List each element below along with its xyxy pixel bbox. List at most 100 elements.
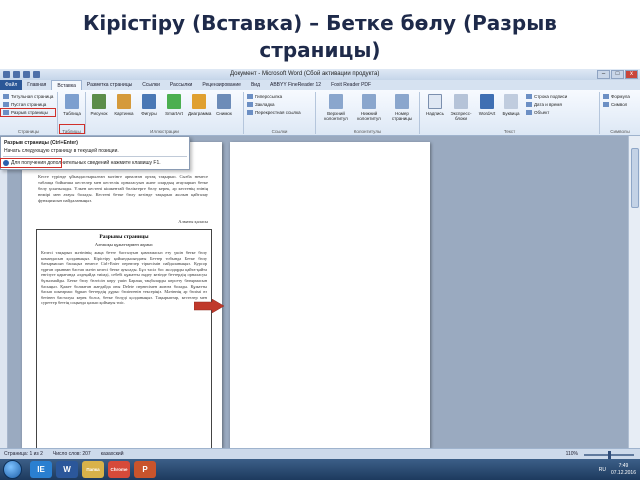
document-page-1[interactable]: Кесте түрінде ұйымдастырылған мәтінге ар… [22,142,222,448]
group-links: Гиперссылка Закладка Перекрестная ссылка… [244,92,316,134]
quick-parts-button[interactable]: Экспресс-блоки [448,94,474,121]
framed-header: Разрывы страницы [99,234,149,240]
tab-page-layout[interactable]: Разметка страницы [82,80,137,90]
save-icon[interactable] [13,71,20,78]
close-button[interactable]: x [625,70,638,79]
window-controls: – □ x [597,70,638,79]
hyperlink-button[interactable]: Гиперссылка [247,94,282,100]
framed-text-block: Разрывы страницы Алғашқы құжаттармен жұм… [36,229,212,448]
cross-reference-button[interactable]: Перекрестная ссылка [247,110,301,116]
undo-icon[interactable] [23,71,30,78]
textbox-icon [428,94,442,109]
scrollbar-thumb[interactable] [631,148,639,208]
cover-page-label: Титульная страница [11,94,54,99]
wordart-icon [480,94,494,109]
hyperlink-icon [247,94,253,100]
shapes-icon [142,94,156,109]
start-button[interactable] [3,460,22,479]
page-number-label: Номер страницы [391,111,413,121]
tooltip-title: Разрыв страницы (Ctrl+Enter) [4,140,78,146]
picture-button[interactable]: Рисунок [88,94,110,116]
document-page-2[interactable] [230,142,430,448]
tooltip-description: Начать следующую страницу в текущей пози… [4,148,119,154]
footer-button[interactable]: Нижний колонтитул [353,94,385,121]
bookmark-icon [247,102,253,108]
wordart-button[interactable]: WordArt [476,94,498,116]
table-button[interactable]: Таблица [61,94,83,116]
chart-label: Диаграмма [188,111,212,116]
zoom-slider-thumb[interactable] [608,450,611,459]
table-icon [65,94,79,109]
taskbar-chrome[interactable]: Chrome [108,461,130,478]
highlight-tooltip-help [0,158,62,168]
header-button[interactable]: Верхний колонтитул [320,94,352,121]
table-label: Таблица [63,111,81,116]
group-text: Надпись Экспресс-блоки WordArt Буквица С… [420,92,600,134]
smartart-icon [167,94,181,109]
tab-home[interactable]: Главная [22,80,51,90]
omega-icon [603,102,609,108]
group-label-text: Текст [503,129,516,134]
tab-references[interactable]: Ссылки [137,80,165,90]
chart-button[interactable]: Диаграмма [188,94,212,116]
signature-line-button[interactable]: Строка подписи [526,94,567,100]
quick-parts-label: Экспресс-блоки [450,111,472,121]
tab-mailings[interactable]: Рассылки [165,80,197,90]
dropcap-icon [504,94,518,109]
textbox-button[interactable]: Надпись [424,94,446,116]
cover-page-button[interactable]: Титульная страница [3,94,53,100]
textbox-label: Надпись [426,111,444,116]
tab-review[interactable]: Рецензирование [197,80,246,90]
group-symbols: Формула Символ Символы [600,92,640,134]
clipart-button[interactable]: Картинка [113,94,135,116]
vertical-scrollbar[interactable] [628,136,640,448]
taskbar-powerpoint[interactable]: P [134,461,156,478]
clock[interactable]: 7:49 07.12.2016 [611,463,636,477]
quick-parts-icon [454,94,468,109]
blank-page-label: Пустая страница [11,102,47,107]
taskbar-word[interactable]: W [56,461,78,478]
screenshot-button[interactable]: Снимок [213,94,235,116]
signature-text: Алматы қаласы [178,219,208,224]
status-bar: Страница: 1 из 2 Число слов: 207 казахск… [0,448,640,459]
footer-icon [362,94,376,109]
language-indicator[interactable]: RU [599,467,606,473]
picture-label: Рисунок [90,111,108,116]
cover-page-icon [3,94,9,100]
smartart-button[interactable]: SmartArt [163,94,185,116]
tab-insert[interactable]: Вставка [51,80,82,90]
symbol-button[interactable]: Символ [603,102,627,108]
smartart-label: SmartArt [165,111,183,116]
group-header-footer: Верхний колонтитул Нижний колонтитул Ном… [316,92,420,134]
minimize-button[interactable]: – [597,70,610,79]
redo-icon[interactable] [33,71,40,78]
clipart-label: Картинка [114,111,134,116]
zoom-slider[interactable] [584,450,634,459]
screenshot-label: Снимок [216,111,232,116]
tab-abbyy[interactable]: ABBYY FineReader 12 [265,80,326,90]
group-label-links: Ссылки [271,129,288,134]
date-time-label: Дата и время [534,102,562,107]
date-time-button[interactable]: Дата и время [526,102,562,108]
taskbar-ie[interactable]: IE [30,461,52,478]
tab-file[interactable]: Файл [0,80,23,90]
bookmark-button[interactable]: Закладка [247,102,275,108]
object-icon [526,110,532,116]
shapes-label: Фигуры [141,111,157,116]
framed-subtitle: Алғашқы құжаттармен жұмыс [94,242,154,247]
tab-view[interactable]: Вид [246,80,265,90]
maximize-button[interactable]: □ [611,70,624,79]
clock-time: 7:49 [618,462,629,469]
tab-foxit[interactable]: Foxit Reader PDF [326,80,376,90]
cross-reference-icon [247,110,253,116]
ribbon-tabs: Файл Главная Вставка Разметка страницы С… [0,80,640,90]
equation-button[interactable]: Формула [603,94,630,100]
object-button[interactable]: Объект [526,110,549,116]
taskbar-folder[interactable]: Папка [82,461,104,478]
page-number-button[interactable]: Номер страницы [386,94,418,121]
dropcap-button[interactable]: Буквица [500,94,522,116]
title-bar: Документ - Microsoft Word (Сбой активаци… [0,69,640,80]
symbol-label: Символ [611,102,628,107]
equation-label: Формула [611,94,630,99]
shapes-button[interactable]: Фигуры [138,94,160,116]
